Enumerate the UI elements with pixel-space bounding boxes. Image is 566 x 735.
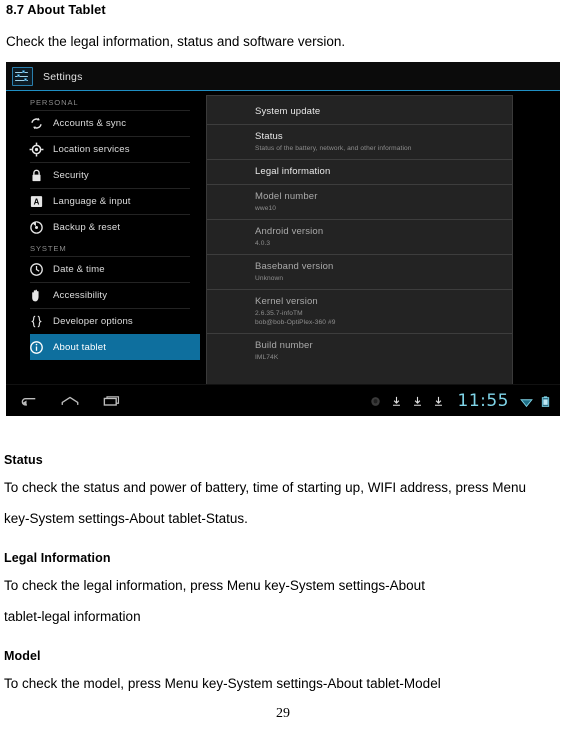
sidebar-item-language-and-input[interactable]: A Language & input [30,188,190,214]
settings-sidebar: PERSONAL Accounts & sync Location servic… [6,91,200,384]
detail-row-android-version: Android version 4.0.3 [207,219,512,254]
detail-row-subtitle: Unknown [255,275,284,282]
detail-row-legal-information[interactable]: Legal information [207,159,512,184]
circle-notification-icon[interactable] [370,395,381,408]
lock-icon [29,168,44,183]
section-heading-legal-information: Legal Information [4,551,111,565]
sidebar-item-date-and-time[interactable]: Date & time [30,256,190,282]
sidebar-item-label: About tablet [53,342,107,353]
wifi-icon[interactable] [520,395,533,408]
settings-body: PERSONAL Accounts & sync Location servic… [6,91,560,384]
recents-icon[interactable] [102,393,122,409]
section-heading-status: Status [4,453,43,467]
sidebar-item-developer-options[interactable]: Developer options [30,308,190,334]
sidebar-group-label-personal: PERSONAL [30,98,79,107]
detail-row-model-number: Model number wwe10 [207,184,512,219]
settings-app-title: Settings [43,70,83,83]
sidebar-item-accessibility[interactable]: Accessibility [30,282,190,308]
detail-row-subtitle: IML74K [255,354,279,361]
navigation-buttons [6,393,122,409]
location-icon [29,142,44,157]
detail-row-subtitle: 2.6.35.7-infoTM bob@bob-OptiPlex-360 #9 [255,310,336,326]
section-body-legal-information: To check the legal information, press Me… [4,570,541,632]
download-icon[interactable] [433,395,444,408]
status-icons: 11:55 [370,385,553,416]
sidebar-item-label: Developer options [53,316,133,327]
detail-row-subtitle: wwe10 [255,205,277,212]
download-icon[interactable] [391,395,402,408]
detail-row-title: System update [255,106,321,117]
detail-row-subtitle: Status of the battery, network, and othe… [255,145,412,152]
backup-icon [29,220,44,235]
sync-icon [29,116,44,131]
section-heading-model: Model [4,649,41,663]
detail-row-title: Status [255,131,283,142]
home-icon[interactable] [60,393,80,409]
sidebar-item-label: Accessibility [53,290,108,301]
page-title: 8.7 About Tablet [6,2,106,17]
sidebar-item-security[interactable]: Security [30,162,190,188]
download-icon[interactable] [412,395,423,408]
section-body-status: To check the status and power of battery… [4,480,526,526]
clock-icon [29,262,44,277]
battery-icon[interactable] [541,395,552,408]
detail-row-title: Build number [255,340,313,351]
detail-row-title: Kernel version [255,296,318,307]
braces-icon [29,314,44,329]
legal-body-line-1: To check the legal information, press Me… [4,578,425,593]
language-icon: A [29,194,44,209]
sidebar-group-label-system: SYSTEM [30,244,67,253]
detail-row-title: Android version [255,226,324,237]
settings-titlebar: Settings [6,62,560,91]
sidebar-item-about-tablet[interactable]: About tablet [30,334,200,360]
page-number: 29 [276,706,290,721]
info-icon [29,340,44,355]
detail-row-subtitle: 4.0.3 [255,240,271,247]
back-icon[interactable] [18,393,38,409]
sidebar-item-label: Security [53,170,89,181]
sidebar-item-backup-and-reset[interactable]: Backup & reset [30,214,190,240]
tablet-screenshot: Settings PERSONAL Accounts & sync Locati… [6,62,560,416]
sidebar-item-label: Location services [53,144,130,155]
sidebar-item-location-services[interactable]: Location services [29,136,190,162]
system-navigation-bar: 11:55 [6,384,560,416]
intro-paragraph: Check the legal information, status and … [6,34,346,49]
detail-row-title: Legal information [255,166,331,177]
detail-card: System update Status Status of the batte… [206,95,513,384]
status-clock: 11:55 [457,390,509,411]
detail-row-title: Baseband version [255,261,334,272]
sidebar-item-accounts-and-sync[interactable]: Accounts & sync [30,110,190,136]
sidebar-item-label: Accounts & sync [53,118,127,129]
detail-row-title: Model number [255,191,318,202]
detail-row-baseband-version: Baseband version Unknown [207,254,512,289]
detail-row-build-number: Build number IML74K [207,333,512,368]
document-page: 8.7 About Tablet Check the legal informa… [0,0,566,735]
svg-text:A: A [34,198,40,207]
settings-sliders-icon [12,67,33,86]
sidebar-item-label: Date & time [53,264,105,275]
detail-row-kernel-version: Kernel version 2.6.35.7-infoTM bob@bob-O… [207,289,512,333]
hand-icon [29,288,44,303]
legal-body-line-2: tablet-legal information [4,609,141,624]
about-tablet-detail-pane: System update Status Status of the batte… [200,91,560,384]
section-body-model: To check the model, press Menu key-Syste… [4,676,441,691]
detail-row-status[interactable]: Status Status of the battery, network, a… [207,124,512,159]
detail-row-system-update[interactable]: System update [207,96,512,124]
sidebar-item-label: Language & input [53,196,131,207]
sidebar-item-label: Backup & reset [53,222,121,233]
